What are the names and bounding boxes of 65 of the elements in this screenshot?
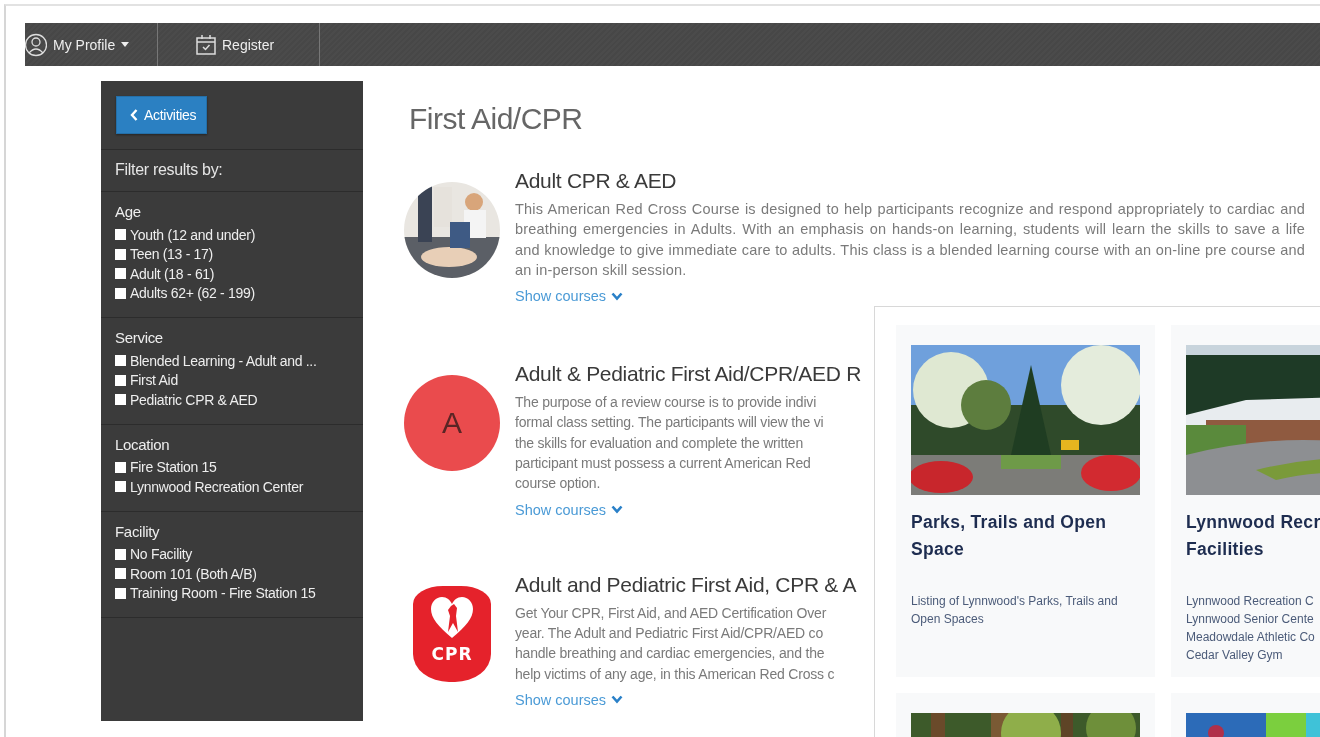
back-button[interactable]: Activities [116, 96, 208, 134]
checkbox[interactable] [115, 481, 126, 493]
description-line: year. The Adult and Pediatric First Aid/CPR/AED co [515, 623, 823, 643]
user-icon [25, 32, 47, 57]
checkbox[interactable] [115, 374, 126, 386]
description-line: course option. [515, 474, 601, 494]
letter-avatar: A [404, 375, 500, 472]
chevron-down-icon [611, 505, 624, 515]
checkbox[interactable] [115, 394, 126, 406]
tile-description-line: Cedar Valley Gym [1186, 647, 1284, 664]
checkbox[interactable] [115, 287, 126, 299]
checkbox[interactable] [115, 248, 126, 260]
description-line: help victims of any age, in this American Red Cross c [515, 664, 835, 684]
nav-link[interactable]: Register [158, 23, 320, 66]
tile-description-line: Lynnwood Recreation C [1186, 593, 1315, 610]
checkbox[interactable] [115, 587, 126, 599]
chevron-down-icon [611, 291, 624, 301]
checkbox[interactable] [115, 229, 126, 241]
filter-group-title: Service [115, 329, 164, 346]
filter-group-title: Facility [115, 522, 161, 540]
course-title: Adult & Pediatric First Aid/CPR/AED R [515, 362, 862, 387]
course-title: Adult CPR & AED [515, 169, 678, 193]
checkbox[interactable] [115, 548, 126, 560]
tile-title-line: Lynnwood Recr [1186, 511, 1320, 534]
page-title: First Aid/CPR [409, 102, 584, 136]
tile-title-line: Facilities [1186, 538, 1265, 561]
filter-group-title: Location [115, 435, 171, 453]
filter-option-label: Teen (13 - 17) [130, 246, 213, 263]
description-line: Get Your CPR, First Aid, and AED Certification Over [515, 603, 827, 623]
checkbox[interactable] [115, 461, 126, 473]
logo-text: CPR [431, 643, 473, 664]
filter-group-title: Age [115, 203, 142, 220]
description-line: The purpose of a review course is to provide indivi [515, 393, 817, 413]
tile-card[interactable]: Lynnwood Recr Facilities Lynnwood Recreation C Lynnwood Senior Cente Meadowdale Athletic Co Cedar Valley Gym [1171, 325, 1320, 677]
filter-option-label: Room 101 (Both A/B) [130, 565, 257, 582]
tile-description-line: Lynnwood Senior Cente [1186, 611, 1315, 628]
filter-option-label: Adults 62+ (62 - 199) [130, 285, 255, 302]
filter-option-label: Blended Learning - Adult and ... [130, 352, 317, 369]
course-title: Adult and Pediatric First Aid, CPR & A [515, 572, 858, 597]
filter-option-label: Fire Station 15 [130, 459, 217, 476]
course-description: This American Red Cross Course is designed to help participants recognize and respond appropriately to cardiac and breathing emergencies in Adults. With an emphasis on hands-on learning, students will learn the skills to save a life and knowledge to give immediate care to adults. This class is a blended learning course with an on-line pre course and an in-person skill session. [515, 200, 1305, 280]
tile-card[interactable]: Parks, Trails and Open Space Listing of Lynnwood's Parks, Trails and Open Spaces [896, 325, 1155, 677]
tile-description-line: Meadowdale Athletic Co [1186, 629, 1316, 646]
tile-description: Listing of Lynnwood's Parks, Trails and Open Spaces [911, 593, 1119, 628]
filter-option-label: Youth (12 and under) [130, 226, 256, 243]
description-line: formal class setting. The participants will view the vi [515, 413, 824, 433]
filter-option-label: No Facility [130, 546, 193, 563]
filter-option-label: Adult (18 - 61) [130, 265, 215, 282]
chevron-left-icon [130, 109, 138, 121]
filter-heading: Filter results by: [101, 150, 363, 192]
filter-option-label: First Aid [130, 372, 178, 389]
chevron-down-icon [611, 695, 624, 705]
checkbox[interactable] [115, 268, 126, 280]
calendar-icon [196, 34, 216, 55]
heart-icon [430, 595, 474, 640]
filter-option-label: Training Room - Fire Station 15 [130, 585, 316, 602]
description-line: handle breathing and cardiac emergencies, and the [515, 644, 825, 664]
description-line: the skills for evaluation and complete the written [515, 433, 804, 453]
tile-title: Parks, Trails and Open Space [911, 511, 1108, 561]
description-line: participant must possess a current American Red [515, 454, 811, 474]
checkbox[interactable] [115, 355, 126, 367]
filter-option-label: Pediatric CPR & AED [130, 391, 258, 408]
checkbox[interactable] [115, 568, 126, 580]
nav-link[interactable]: My Profile [25, 23, 158, 66]
filter-option-label: Lynnwood Recreation Center [130, 478, 303, 495]
